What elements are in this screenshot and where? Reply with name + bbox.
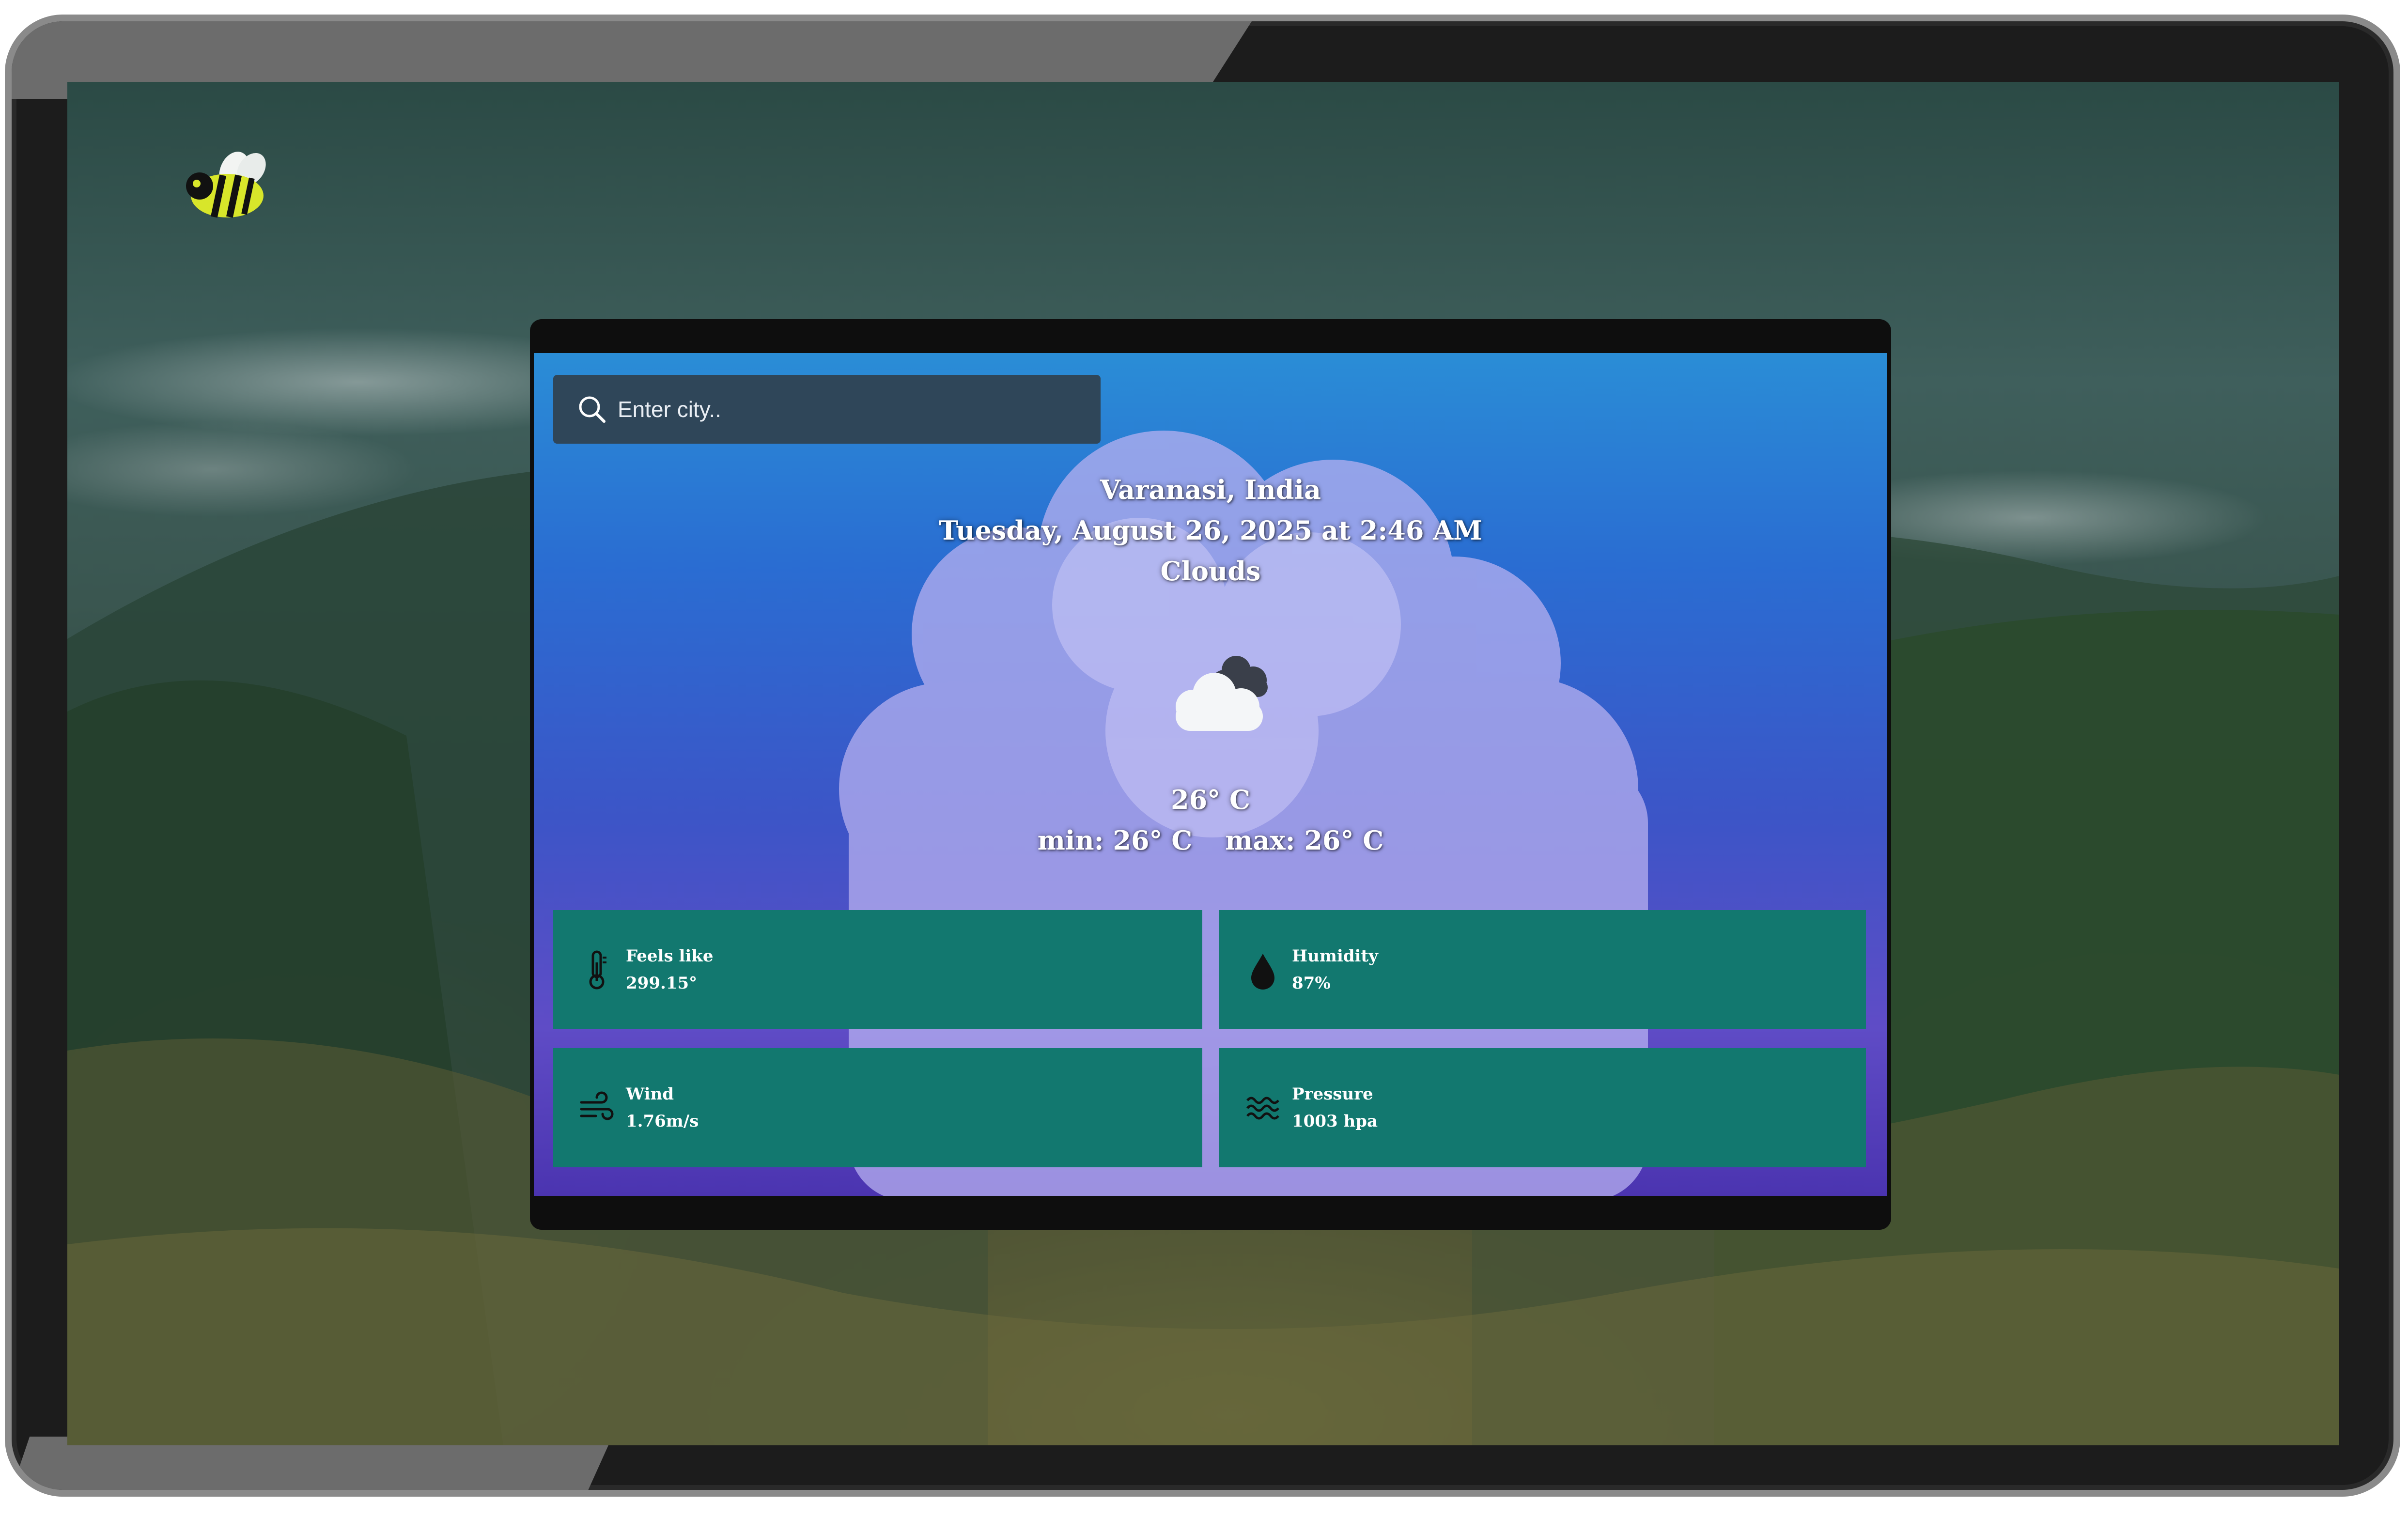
waves-icon <box>1246 1097 1279 1120</box>
feels-like-tile: Feels like 299.15° <box>553 910 1202 1029</box>
search-input[interactable] <box>618 385 1092 433</box>
pressure-tile: Pressure 1003 hpa <box>1219 1048 1866 1167</box>
max-temperature: max: 26° C <box>1225 825 1384 856</box>
wind-value: 1.76m/s <box>626 1112 699 1131</box>
date-time: Tuesday, August 26, 2025 at 2:46 AM <box>939 515 1482 546</box>
thermometer-icon <box>589 950 606 990</box>
humidity-tile: Humidity 87% <box>1219 910 1866 1029</box>
temperature-range: min: 26° C max: 26° C <box>534 820 1887 861</box>
weather-panel: Varanasi, India Tuesday, August 26, 2025… <box>534 353 1887 1196</box>
water-drop-icon <box>1251 954 1274 990</box>
app-background: Varanasi, India Tuesday, August 26, 2025… <box>67 82 2339 1445</box>
search-bar[interactable] <box>553 375 1101 444</box>
bee-logo[interactable] <box>176 150 273 222</box>
humidity-value: 87% <box>1292 974 1331 993</box>
pressure-value: 1003 hpa <box>1292 1112 1378 1131</box>
weather-condition: Clouds <box>1160 556 1261 587</box>
feels-like-value: 299.15° <box>626 974 698 993</box>
wind-tile: Wind 1.76m/s <box>553 1048 1202 1167</box>
wind-label: Wind <box>626 1084 674 1104</box>
wind-icon <box>580 1091 614 1120</box>
location-info: Varanasi, India Tuesday, August 26, 2025… <box>534 469 1887 591</box>
pressure-label: Pressure <box>1292 1084 1373 1104</box>
city-name: Varanasi, India <box>1100 474 1321 505</box>
current-temperature: 26° C <box>1171 784 1250 815</box>
min-temperature: min: 26° C <box>1037 825 1193 856</box>
humidity-label: Humidity <box>1292 946 1378 966</box>
cloud-icon <box>1176 656 1268 731</box>
feels-like-label: Feels like <box>626 946 714 966</box>
search-icon[interactable] <box>575 392 609 426</box>
device-frame: Varanasi, India Tuesday, August 26, 2025… <box>5 15 2400 1497</box>
weather-card: Varanasi, India Tuesday, August 26, 2025… <box>530 319 1891 1230</box>
temperature-info: 26° C min: 26° C max: 26° C <box>534 779 1887 861</box>
